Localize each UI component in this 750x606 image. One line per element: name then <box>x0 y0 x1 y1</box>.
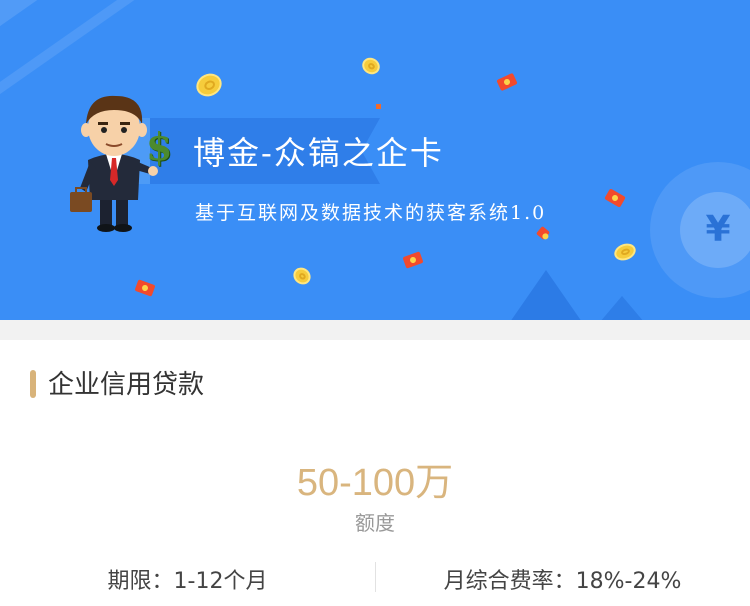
banner-title: 博金-众镐之企卡 <box>193 134 444 172</box>
section-accent-bar <box>30 370 36 398</box>
loan-rate: 月综合费率：18%-24% <box>443 569 682 594</box>
red-envelope-icon <box>535 225 551 241</box>
coin-icon <box>289 264 315 288</box>
product-section-header: 企业信用贷款 <box>0 340 750 426</box>
red-envelope-icon <box>134 279 156 297</box>
loan-term: 期限：1-12个月 <box>107 569 268 594</box>
coin-icon <box>192 69 226 101</box>
section-title: 企业信用贷款 <box>48 370 205 400</box>
red-envelope-icon <box>402 251 424 269</box>
mountain-shape <box>510 270 582 320</box>
coin-icon <box>359 54 383 78</box>
red-envelope-icon <box>604 188 626 208</box>
yen-icon: ¥ <box>705 209 731 250</box>
promo-banner: ¥ $ 博金-众镐之企卡 基于互联网及数据技术的获客系统1.0 <box>0 0 750 320</box>
loan-amount-label: 额度 <box>355 511 395 535</box>
mountain-shape <box>600 296 644 320</box>
coin-icon <box>611 240 639 264</box>
red-envelope-icon <box>496 72 518 92</box>
dollar-icon: $ <box>146 124 173 169</box>
sparkle-dot <box>376 104 381 109</box>
section-gap <box>0 320 750 340</box>
loan-amount: 50-100万 <box>296 462 454 504</box>
banner-subtitle: 基于互联网及数据技术的获客系统1.0 <box>195 202 547 224</box>
